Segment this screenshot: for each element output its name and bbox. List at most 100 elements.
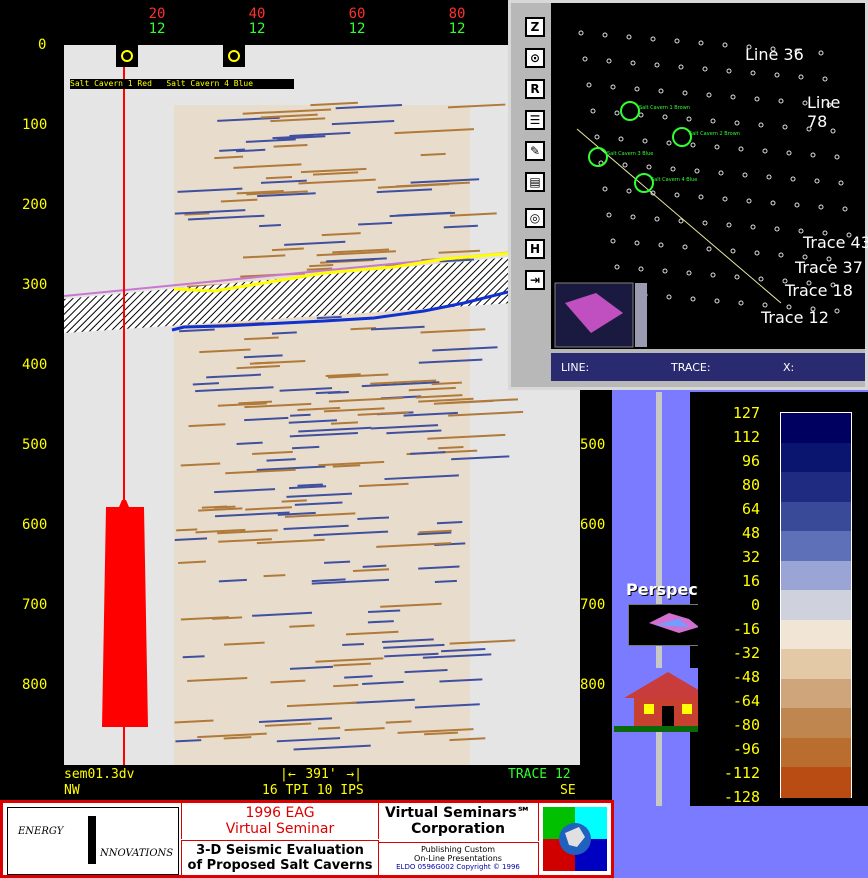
well-labels-strip: Salt Cavern 1 Red Salt Cavern 4 Blue xyxy=(70,79,294,89)
well-label-2: Salt Cavern 4 Blue xyxy=(166,79,254,88)
cavern-label-1: Salt Cavern 1 Brown xyxy=(639,105,690,111)
y-tick-200: 200 xyxy=(22,197,48,213)
page-tool-button[interactable]: ▤ xyxy=(525,172,545,192)
colorbar-swatch xyxy=(781,413,851,444)
scroll-strip xyxy=(636,392,698,806)
title-box: 3-D Seismic Evaluation of Proposed Salt … xyxy=(181,840,379,877)
eag-line1: 1996 EAG xyxy=(245,805,315,821)
colorbar-label: -128 xyxy=(723,788,760,806)
colorbar-label: -80 xyxy=(732,716,760,734)
vs-line1: Virtual Seminars℠ xyxy=(385,805,531,821)
title-line2: of Proposed Salt Caverns xyxy=(187,858,373,873)
y-tick-100: 100 xyxy=(22,117,48,133)
map-label-trace37: Trace 37 xyxy=(795,258,863,277)
energy-innovations-logo: ENERGY NNOVATIONS xyxy=(7,807,179,875)
colorbar-swatch xyxy=(781,737,851,769)
colorbar-swatches xyxy=(780,412,852,798)
edit-tool-button[interactable]: ✎ xyxy=(525,141,545,161)
pub-line1: Publishing Custom xyxy=(420,845,496,854)
status-trace: TRACE: xyxy=(671,361,711,374)
top-axis-20: 20 xyxy=(148,6,166,22)
colorbar-label: -112 xyxy=(723,764,760,782)
top-axis-40-sub: 12 xyxy=(248,21,266,37)
colorbar-label: -96 xyxy=(732,740,760,758)
colorbar-swatch xyxy=(781,678,851,710)
colorbar-swatch xyxy=(781,708,851,739)
y-right-tick-700: 700 xyxy=(580,597,606,613)
logo-line1: ENERGY xyxy=(18,826,64,837)
export-tool-button[interactable]: ⇥ xyxy=(525,270,545,290)
zoom-tool-button[interactable]: Z xyxy=(525,17,545,37)
seismic-image xyxy=(64,45,525,765)
logo-line2: NNOVATIONS xyxy=(100,848,174,859)
y-tick-700: 700 xyxy=(22,597,48,613)
se-label: SE xyxy=(560,783,576,798)
colorbar-label: -64 xyxy=(732,692,760,710)
file-name: sem01.3dv xyxy=(64,767,135,782)
list-tool-button[interactable]: ☰ xyxy=(525,110,545,130)
colorbar-swatch xyxy=(781,767,851,798)
top-axis-60-sub: 12 xyxy=(348,21,366,37)
amplitude-colorbar-panel: 127 112 96 80 64 48 32 16 0 -16 -32 -48 -64 -80 -96 -11… xyxy=(698,392,868,806)
colorbar-swatch xyxy=(781,590,851,621)
contour-tool-button[interactable]: ◎ xyxy=(525,208,545,228)
colorbar-swatch xyxy=(781,649,851,680)
map-status-bar: LINE: TRACE: X: xyxy=(551,353,865,381)
top-axis-80-sub: 12 xyxy=(448,21,466,37)
colorbar-label: 0 xyxy=(750,596,760,614)
y-right-tick-600: 600 xyxy=(580,517,606,533)
map-label-trace12: Trace 12 xyxy=(761,308,829,327)
status-x: X: xyxy=(783,361,795,374)
colorbar-label: 112 xyxy=(732,428,760,446)
well-marker-1 xyxy=(116,45,138,67)
colorbar-swatch xyxy=(781,442,851,474)
y-tick-800: 800 xyxy=(22,677,48,693)
target-tool-button[interactable]: ⊙ xyxy=(525,48,545,68)
cavern-label-2: Salt Cavern 2 Brown xyxy=(689,131,740,137)
status-line: LINE: xyxy=(561,361,590,374)
h-tool-button[interactable]: H xyxy=(525,239,545,259)
colorbar-swatch xyxy=(781,472,851,503)
copyright: ELDO 0596G002 Copyright © 1996 xyxy=(396,863,520,871)
nw-label: NW xyxy=(64,783,80,798)
y-tick-0: 0 xyxy=(38,37,47,53)
cavern-label-3: Salt Cavern 3 Blue xyxy=(607,151,654,157)
colorbar-label: 80 xyxy=(741,476,760,494)
top-axis-40: 40 xyxy=(248,6,266,22)
y-right-tick-800: 800 xyxy=(580,677,606,693)
y-tick-400: 400 xyxy=(22,357,48,373)
colorbar-swatch xyxy=(781,501,851,533)
y-tick-300: 300 xyxy=(22,277,48,293)
colorbar-swatch xyxy=(781,560,851,592)
seismic-canvas[interactable]: Salt Cavern 1 Red Salt Cavern 4 Blue xyxy=(64,45,580,765)
colorbar-label: 16 xyxy=(741,572,760,590)
well-label-1: Salt Cavern 1 Red xyxy=(70,79,152,88)
map-label-trace43: Trace 43 xyxy=(803,233,868,252)
pub-line2: On-Line Presentations xyxy=(414,854,502,863)
map-label-line36: Line 36 xyxy=(745,45,804,64)
map-label-trace18: Trace 18 xyxy=(785,281,853,300)
r-tool-button[interactable]: R xyxy=(525,79,545,99)
colorbar-swatch xyxy=(781,531,851,562)
cavern-label-4: Salt Cavern 4 Blue xyxy=(651,177,698,183)
colorbar-label: 64 xyxy=(741,500,760,518)
salt-cavern-shape xyxy=(102,500,148,727)
publishing-box: Publishing Custom On-Line Presentations … xyxy=(378,842,539,877)
globe-logo xyxy=(543,807,607,871)
colorbar-label: -48 xyxy=(732,668,760,686)
seismic-traces xyxy=(174,101,524,765)
y-tick-500: 500 xyxy=(22,437,48,453)
scale-bar: |← 391' →| xyxy=(280,767,362,782)
basemap-window: Z ⊙ R ☰ ✎ ▤ ◎ H ⇥ Salt Cavern 1 Brown Sa… xyxy=(508,0,868,390)
tpi-label: 16 TPI 10 IPS xyxy=(262,783,364,798)
eag-line2: Virtual Seminar xyxy=(225,821,335,837)
basemap-canvas[interactable]: Salt Cavern 1 Brown Salt Cavern 2 Brown … xyxy=(551,3,868,349)
colorbar-label: 96 xyxy=(741,452,760,470)
colorbar-label: -32 xyxy=(732,644,760,662)
colorbar-swatch xyxy=(781,619,851,651)
virtual-seminars-box: Virtual Seminars℠ Corporation xyxy=(378,803,539,841)
seminar-banner: ENERGY NNOVATIONS 1996 EAG Virtual Semin… xyxy=(0,800,614,878)
vs-line2: Corporation xyxy=(411,821,505,837)
colorbar-label: 127 xyxy=(732,404,760,422)
colorbar-label: 48 xyxy=(741,524,760,542)
